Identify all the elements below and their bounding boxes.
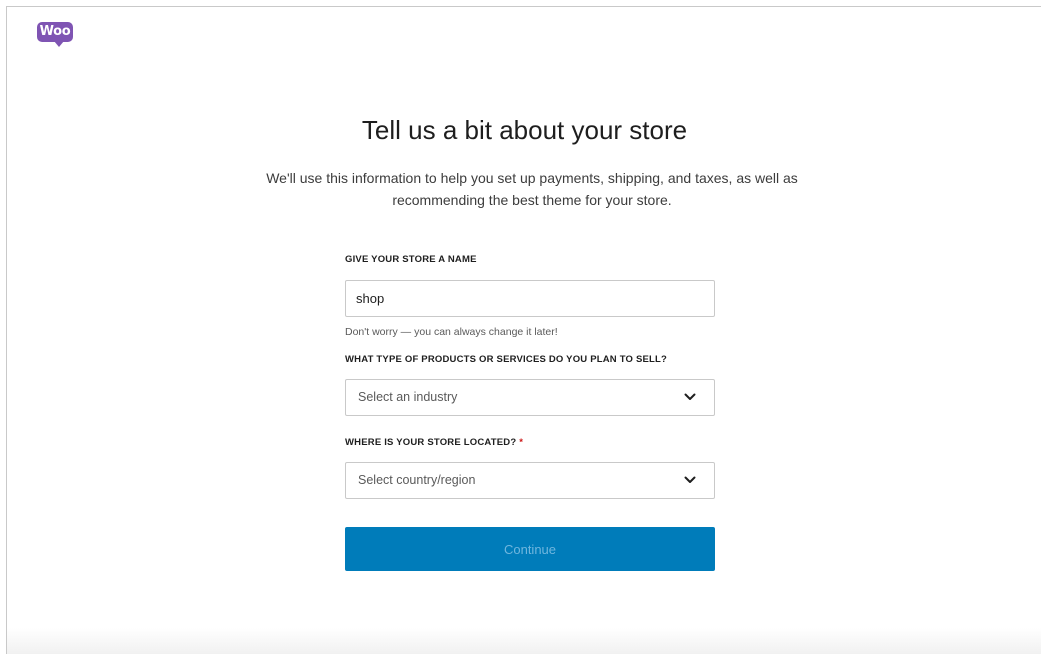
store-details-form: GIVE YOUR STORE A NAME Don't worry — you… bbox=[345, 253, 715, 499]
location-label-text: WHERE IS YOUR STORE LOCATED? bbox=[345, 437, 517, 448]
industry-select[interactable]: Select an industry bbox=[345, 379, 715, 416]
industry-select-value: Select an industry bbox=[358, 390, 458, 404]
page-subtitle: We'll use this information to help you s… bbox=[266, 170, 798, 208]
store-name-input[interactable] bbox=[345, 280, 715, 317]
country-select[interactable]: Select country/region bbox=[345, 462, 715, 499]
logo-bubble-tail bbox=[54, 41, 64, 47]
store-name-label: GIVE YOUR STORE A NAME bbox=[345, 254, 477, 265]
industry-label: WHAT TYPE OF PRODUCTS OR SERVICES DO YOU… bbox=[345, 354, 668, 365]
chevron-down-icon bbox=[684, 393, 696, 400]
bottom-shade bbox=[7, 628, 1041, 654]
woo-logo-text: Woo bbox=[37, 22, 73, 42]
woo-logo[interactable]: Woo bbox=[37, 22, 73, 48]
country-select-value: Select country/region bbox=[358, 473, 476, 487]
page-title: Tell us a bit about your store bbox=[361, 115, 688, 145]
app-window: Woo Tell us a bit about your store We'll… bbox=[6, 6, 1041, 654]
continue-button[interactable]: Continue bbox=[345, 527, 715, 571]
store-name-help: Don't worry — you can always change it l… bbox=[345, 326, 558, 338]
required-asterisk: * bbox=[519, 437, 524, 448]
location-label: WHERE IS YOUR STORE LOCATED? * bbox=[345, 436, 715, 450]
chevron-down-icon bbox=[684, 476, 696, 483]
